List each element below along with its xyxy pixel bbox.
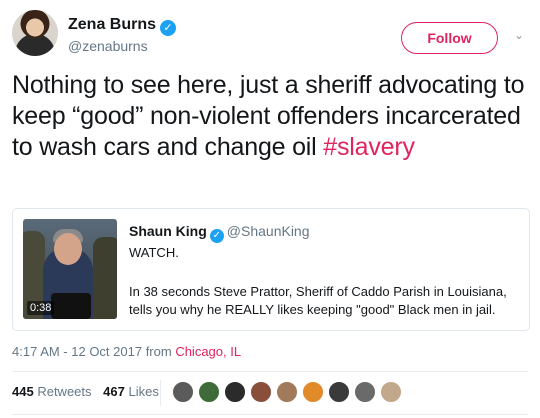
quoted-text-line: WATCH.: [129, 245, 179, 260]
liker-avatar[interactable]: [380, 381, 402, 403]
author-handle[interactable]: @zenaburns: [68, 38, 148, 54]
liker-avatar[interactable]: [224, 381, 246, 403]
chevron-down-icon[interactable]: ⌄: [514, 29, 524, 41]
retweets-count[interactable]: 445: [12, 384, 34, 399]
thumbnail-figure: [93, 237, 117, 319]
verified-icon: ✓: [209, 229, 224, 243]
liker-avatar[interactable]: [250, 381, 272, 403]
quoted-author[interactable]: Shaun King ✓ @ShaunKing: [129, 223, 310, 243]
liker-avatar[interactable]: [354, 381, 376, 403]
liker-avatar[interactable]: [198, 381, 220, 403]
tweet-timestamp[interactable]: 4:17 AM - 12 Oct 2017 from: [12, 344, 175, 359]
tweet-header: Zena Burns ✓ @zenaburns Follow ⌄: [12, 10, 532, 60]
thumbnail-figure: [51, 293, 91, 319]
liker-avatar[interactable]: [328, 381, 350, 403]
hashtag-link[interactable]: #slavery: [323, 133, 415, 161]
retweets-label[interactable]: Retweets: [37, 384, 91, 399]
tweet-meta: 4:17 AM - 12 Oct 2017 from Chicago, IL: [12, 344, 241, 359]
quoted-author-name[interactable]: Shaun King: [129, 223, 207, 239]
liker-avatars: [172, 381, 406, 405]
quoted-author-handle[interactable]: @ShaunKing: [227, 223, 310, 239]
likes-count[interactable]: 467: [103, 384, 125, 399]
author-name-text[interactable]: Zena Burns: [68, 16, 156, 33]
follow-button[interactable]: Follow: [401, 22, 498, 54]
verified-icon: ✓: [160, 20, 177, 36]
video-duration: 0:38: [27, 301, 55, 315]
divider: [12, 414, 528, 415]
quoted-text-body: In 38 seconds Steve Prattor, Sheriff of …: [129, 284, 507, 317]
tweet-text: Nothing to see here, just a sheriff advo…: [12, 70, 532, 163]
liker-avatar[interactable]: [276, 381, 298, 403]
liker-avatar[interactable]: [302, 381, 324, 403]
quoted-tweet[interactable]: 0:38 Shaun King ✓ @ShaunKing WATCH. In 38 …: [12, 208, 530, 331]
tweet-stats: 445 Retweets 467 Likes: [12, 384, 159, 399]
tweet-body: Nothing to see here, just a sheriff advo…: [12, 71, 525, 161]
avatar[interactable]: [12, 10, 58, 56]
likes-label[interactable]: Likes: [128, 384, 158, 399]
divider: [12, 371, 528, 372]
location-link[interactable]: Chicago, IL: [175, 344, 241, 359]
author-name[interactable]: Zena Burns ✓: [68, 16, 177, 36]
liker-avatar[interactable]: [172, 381, 194, 403]
thumbnail-figure: [54, 233, 82, 265]
divider: [160, 380, 161, 406]
video-thumbnail[interactable]: 0:38: [23, 219, 117, 319]
